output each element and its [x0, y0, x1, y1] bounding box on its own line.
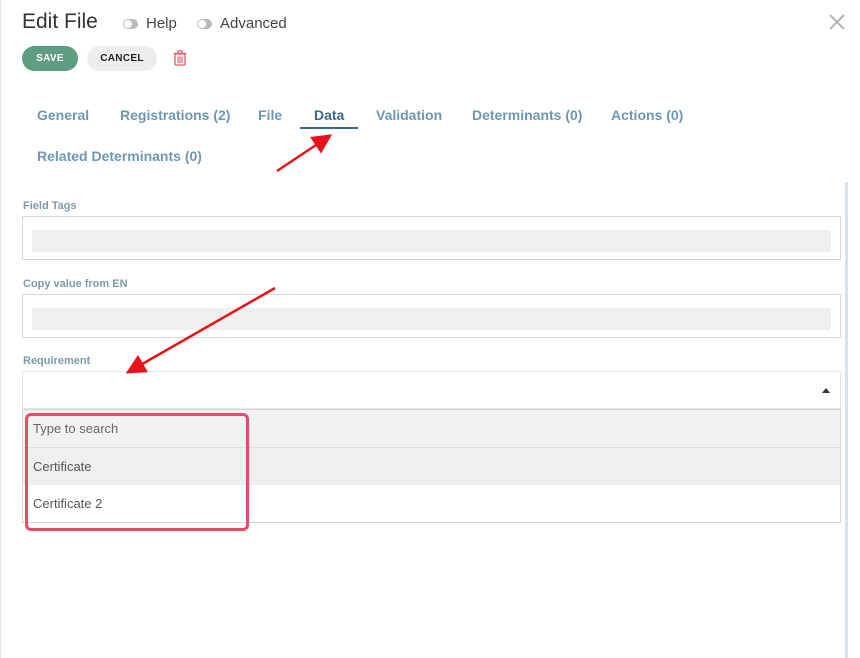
toggle-switch-icon[interactable]	[197, 18, 212, 29]
trash-icon[interactable]	[172, 50, 188, 66]
requirement-dropdown: Certificate Certificate 2	[22, 409, 841, 523]
requirement-search-input[interactable]	[23, 410, 840, 448]
advanced-toggle-label: Advanced	[220, 15, 287, 32]
requirement-select[interactable]	[22, 371, 841, 409]
arrow-to-data-tab	[276, 134, 333, 173]
requirement-option-certificate-2[interactable]: Certificate 2	[23, 485, 840, 522]
cancel-button[interactable]: CANCEL	[87, 46, 157, 71]
tab-data[interactable]: Data	[314, 107, 344, 123]
edit-file-dialog: Edit File Help Advanced SAVE CANCEL Gene…	[0, 0, 860, 658]
tab-file[interactable]: File	[258, 107, 282, 123]
field-tags-input[interactable]	[32, 230, 831, 252]
tab-validation[interactable]: Validation	[376, 107, 442, 123]
save-button[interactable]: SAVE	[22, 46, 78, 71]
advanced-toggle[interactable]: Advanced	[197, 15, 287, 32]
help-toggle-label: Help	[146, 15, 177, 32]
page-title: Edit File	[22, 10, 98, 33]
help-toggle[interactable]: Help	[123, 15, 177, 32]
copy-value-input[interactable]	[32, 308, 831, 330]
dialog-left-border	[0, 0, 1, 658]
field-tags-label: Field Tags	[23, 200, 77, 212]
caret-up-icon[interactable]	[822, 388, 830, 393]
tab-registrations[interactable]: Registrations (2)	[120, 107, 230, 123]
tab-general[interactable]: General	[37, 107, 89, 123]
tab-actions[interactable]: Actions (0)	[611, 107, 683, 123]
requirement-option-certificate[interactable]: Certificate	[23, 448, 840, 485]
scrollbar[interactable]	[845, 182, 848, 658]
active-tab-indicator	[300, 127, 358, 129]
requirement-label: Requirement	[23, 355, 91, 367]
copy-value-field[interactable]	[22, 294, 841, 338]
tab-related-determinants[interactable]: Related Determinants (0)	[37, 148, 202, 164]
tab-determinants[interactable]: Determinants (0)	[472, 107, 582, 123]
copy-value-label: Copy value from EN	[23, 278, 128, 290]
toggle-switch-icon[interactable]	[123, 18, 138, 29]
close-icon[interactable]	[826, 10, 848, 34]
field-tags-field[interactable]	[22, 216, 841, 260]
